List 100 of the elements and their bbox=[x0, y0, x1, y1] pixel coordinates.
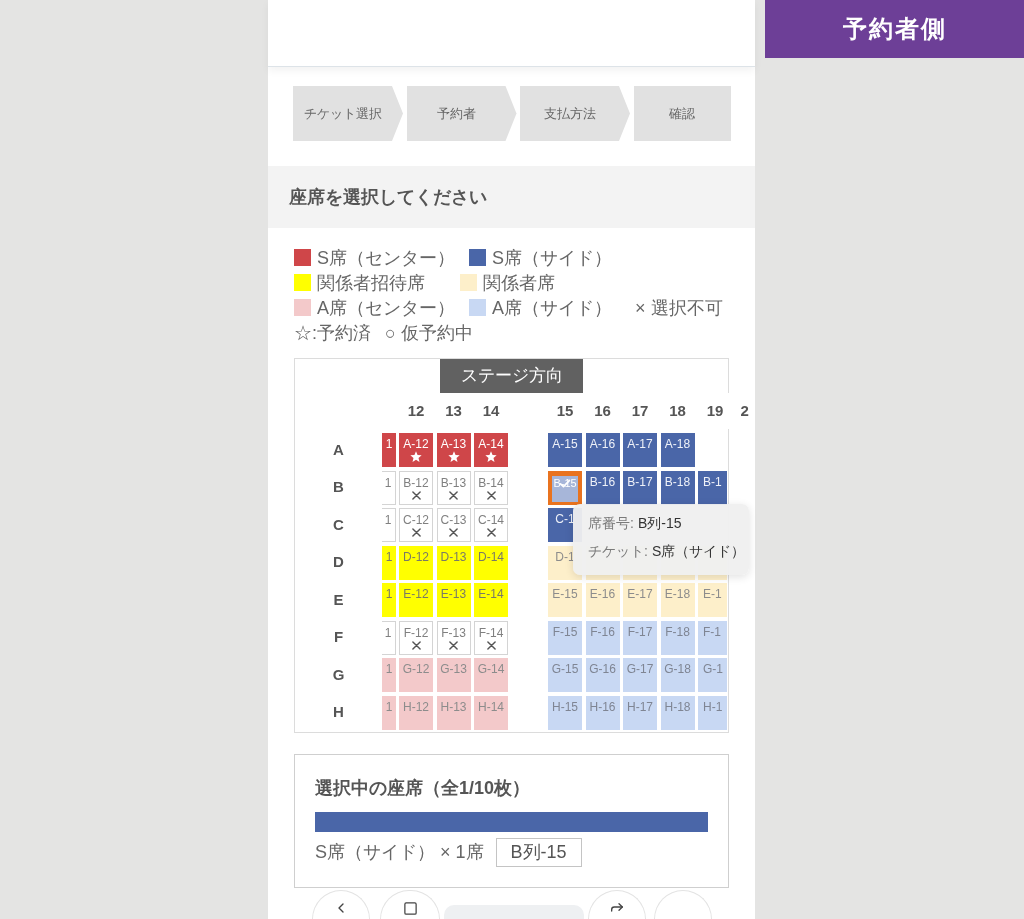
cross-icon bbox=[449, 528, 458, 537]
seat[interactable]: E-12 bbox=[399, 583, 433, 617]
star-icon bbox=[447, 451, 460, 463]
seat[interactable]: F-12 bbox=[399, 620, 433, 655]
seat[interactable]: G-14 bbox=[474, 658, 508, 692]
star-icon bbox=[485, 451, 497, 463]
legend-label: ○ 仮予約中 bbox=[385, 321, 473, 345]
legend-label: ☆:予約済 bbox=[294, 321, 371, 345]
seat[interactable]: H-18 bbox=[660, 695, 695, 730]
seat[interactable]: D-13 bbox=[436, 545, 471, 580]
row-label: E bbox=[333, 589, 344, 610]
seat[interactable]: 1 bbox=[382, 433, 396, 467]
seat[interactable]: B-16 bbox=[585, 470, 620, 505]
seat[interactable]: G-17 bbox=[623, 658, 657, 692]
tooltip-label: チケット: bbox=[588, 541, 648, 561]
seat[interactable]: E-1 bbox=[698, 583, 727, 617]
seat[interactable]: G-18 bbox=[660, 658, 695, 692]
legend-label: 関係者招待席 bbox=[317, 271, 425, 295]
column-number: 2 bbox=[740, 400, 749, 421]
seat[interactable]: G-16 bbox=[585, 658, 620, 692]
legend-label: S席（センター） bbox=[317, 246, 455, 270]
seat[interactable]: F-18 bbox=[660, 620, 695, 655]
row-label: D bbox=[333, 552, 344, 573]
seat[interactable]: D-12 bbox=[399, 545, 433, 580]
seat[interactable]: E-16 bbox=[585, 583, 620, 617]
seat[interactable]: A-16 bbox=[585, 433, 620, 467]
step-item: 支払方法 bbox=[520, 86, 630, 141]
seat[interactable]: A-12 bbox=[399, 433, 433, 467]
seat[interactable]: B-12 bbox=[399, 470, 433, 505]
row-label: C bbox=[333, 514, 344, 535]
seat[interactable]: G-13 bbox=[436, 658, 471, 692]
seat[interactable]: A-15 bbox=[548, 433, 582, 467]
cross-icon bbox=[411, 528, 421, 537]
column-number: 16 bbox=[594, 400, 611, 421]
cross-icon bbox=[449, 640, 458, 650]
seat[interactable]: E-15 bbox=[548, 583, 582, 617]
tooltip-value: S席（サイド） bbox=[651, 541, 746, 561]
seat[interactable]: H-1 bbox=[698, 695, 727, 730]
seat[interactable]: F-1 bbox=[698, 620, 727, 655]
legend-label: A席（センター） bbox=[317, 296, 455, 320]
seat[interactable]: H-15 bbox=[548, 695, 582, 730]
seat-summary: S席（サイド） × 1席 bbox=[315, 840, 484, 864]
seat[interactable]: A-14 bbox=[474, 433, 508, 467]
cross-icon bbox=[486, 490, 496, 500]
row-label: B bbox=[333, 477, 344, 498]
seat[interactable]: F-14 bbox=[474, 620, 508, 655]
seat[interactable]: E-13 bbox=[436, 583, 471, 617]
column-number: 12 bbox=[407, 400, 425, 421]
cross-icon bbox=[411, 640, 421, 650]
seat[interactable]: 1 bbox=[382, 695, 396, 730]
column-number: 15 bbox=[556, 400, 574, 421]
seat[interactable]: H-13 bbox=[436, 695, 471, 730]
seat[interactable]: C-14 bbox=[474, 508, 508, 542]
legend-label: A席（サイド） bbox=[492, 296, 613, 320]
seat[interactable]: F-15 bbox=[548, 620, 582, 655]
seat[interactable]: A-18 bbox=[660, 433, 695, 467]
seat[interactable]: 1 bbox=[382, 658, 396, 692]
column-number: 19 bbox=[706, 400, 724, 421]
seat[interactable]: B-17 bbox=[623, 470, 657, 505]
seat[interactable]: 1 bbox=[382, 583, 396, 617]
seat[interactable]: E-14 bbox=[474, 583, 508, 617]
legend-label: S席（サイド） bbox=[492, 246, 613, 270]
column-number: 13 bbox=[445, 400, 462, 421]
seat[interactable]: F-16 bbox=[585, 620, 620, 655]
stage-direction-label: ステージ方向 bbox=[440, 359, 583, 393]
seat[interactable]: C-12 bbox=[399, 508, 433, 542]
seat[interactable]: D-14 bbox=[474, 545, 508, 580]
legend-label: 関係者席 bbox=[483, 271, 555, 295]
seat[interactable]: 1 bbox=[382, 545, 396, 580]
seat[interactable]: F-13 bbox=[436, 620, 471, 655]
cross-icon bbox=[486, 528, 496, 537]
step-item: 確認 bbox=[633, 86, 731, 141]
seat[interactable]: B-18 bbox=[660, 470, 695, 505]
cross-icon bbox=[449, 490, 458, 500]
seat[interactable]: A-13 bbox=[436, 433, 471, 467]
seat[interactable]: E-17 bbox=[623, 583, 657, 617]
seat[interactable]: H-17 bbox=[623, 695, 657, 730]
seat[interactable]: G-1 bbox=[698, 658, 727, 692]
seat[interactable]: H-12 bbox=[399, 695, 433, 730]
seat-tag: B列-15 bbox=[495, 837, 582, 867]
seat[interactable]: H-16 bbox=[585, 695, 620, 730]
seat[interactable]: E-18 bbox=[660, 583, 695, 617]
seat[interactable]: 1 bbox=[382, 470, 396, 505]
seat[interactable]: A-17 bbox=[623, 433, 657, 467]
seat[interactable]: B-1 bbox=[698, 470, 727, 505]
seat[interactable]: F-17 bbox=[623, 620, 657, 655]
row-label: G bbox=[332, 664, 345, 685]
seat[interactable]: G-12 bbox=[399, 658, 433, 692]
star-icon bbox=[410, 451, 422, 463]
seat[interactable]: 1 bbox=[382, 620, 396, 655]
role-banner: 予約者側 bbox=[765, 0, 1024, 58]
tooltip-value: B列-15 bbox=[637, 513, 682, 533]
seat[interactable]: H-14 bbox=[474, 695, 508, 730]
panel-title: 選択中の座席（全1/10枚） bbox=[315, 776, 532, 800]
seat[interactable]: B-13 bbox=[436, 470, 471, 505]
seat[interactable]: B-14 bbox=[474, 470, 508, 505]
row-label: F bbox=[333, 627, 344, 648]
seat[interactable]: C-13 bbox=[436, 508, 471, 542]
seat[interactable]: G-15 bbox=[548, 658, 582, 692]
seat[interactable]: 1 bbox=[382, 508, 396, 542]
